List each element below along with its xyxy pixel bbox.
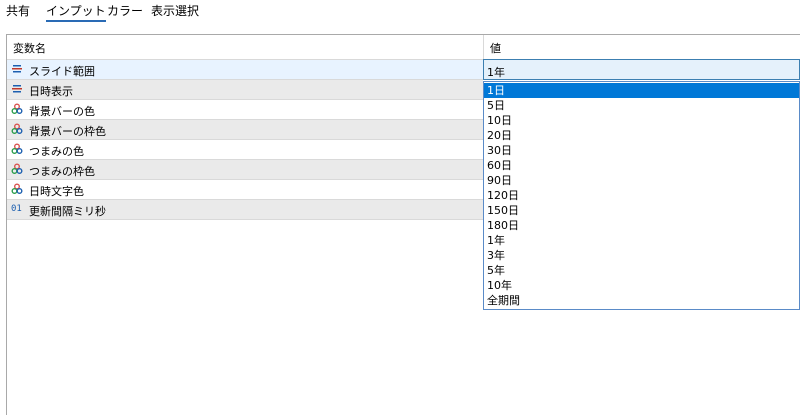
- row-label: 日時表示: [29, 85, 73, 98]
- dropdown-option[interactable]: 30日: [484, 143, 799, 158]
- color-icon: [11, 183, 23, 194]
- tab-share[interactable]: 共有: [6, 2, 30, 19]
- integer-icon: 01: [11, 204, 22, 214]
- tab-color[interactable]: カラー: [107, 2, 143, 19]
- column-separator[interactable]: [483, 35, 484, 59]
- combobox-selected-value: 1年: [487, 66, 505, 79]
- color-icon: [11, 103, 23, 114]
- row-label: スライド範囲: [29, 65, 95, 78]
- table-row[interactable]: スライド範囲: [7, 60, 483, 80]
- dropdown-option[interactable]: 全期間: [484, 293, 799, 308]
- column-header-value[interactable]: 値: [490, 40, 501, 56]
- dropdown-option[interactable]: 3年: [484, 248, 799, 263]
- color-icon: [11, 143, 23, 154]
- tab-bar: 共有 インプット カラー 表示選択: [0, 0, 800, 24]
- dropdown-option[interactable]: 150日: [484, 203, 799, 218]
- dropdown-option[interactable]: 1日: [484, 83, 799, 98]
- table-header: 変数名 値: [7, 35, 800, 60]
- tab-display-select[interactable]: 表示選択: [151, 2, 199, 19]
- row-label: 背景バーの色: [29, 105, 95, 118]
- tab-input[interactable]: インプット: [46, 2, 106, 22]
- row-label: 日時文字色: [29, 185, 84, 198]
- table-row[interactable]: つまみの枠色: [7, 160, 483, 180]
- dropdown-option[interactable]: 90日: [484, 173, 799, 188]
- table-row[interactable]: 01 更新間隔ミリ秒: [7, 200, 483, 220]
- row-label: つまみの色: [29, 145, 84, 158]
- dropdown-option[interactable]: 60日: [484, 158, 799, 173]
- table-row[interactable]: 日時文字色: [7, 180, 483, 200]
- table-row[interactable]: 日時表示: [7, 80, 483, 100]
- column-header-variable-name[interactable]: 変数名: [13, 40, 46, 56]
- dropdown-option[interactable]: 20日: [484, 128, 799, 143]
- dropdown-option[interactable]: 5年: [484, 263, 799, 278]
- dropdown-option[interactable]: 10年: [484, 278, 799, 293]
- table-row[interactable]: 背景バーの枠色: [7, 120, 483, 140]
- table-row[interactable]: つまみの色: [7, 140, 483, 160]
- color-icon: [11, 123, 23, 134]
- row-label: 背景バーの枠色: [29, 125, 106, 138]
- dropdown-option[interactable]: 180日: [484, 218, 799, 233]
- dropdown-option[interactable]: 120日: [484, 188, 799, 203]
- list-icon: [12, 65, 22, 73]
- slide-range-combobox[interactable]: 1年: [483, 59, 800, 80]
- row-label: つまみの枠色: [29, 165, 95, 178]
- dropdown-option[interactable]: 1年: [484, 233, 799, 248]
- slide-range-dropdown-list: 1日 5日 10日 20日 30日 60日 90日 120日 150日 180日…: [483, 81, 800, 310]
- active-tab-underline: [46, 20, 106, 22]
- color-icon: [11, 163, 23, 174]
- row-label: 更新間隔ミリ秒: [29, 205, 106, 218]
- dropdown-option[interactable]: 5日: [484, 98, 799, 113]
- tab-input-label: インプット: [46, 4, 106, 18]
- dropdown-option[interactable]: 10日: [484, 113, 799, 128]
- list-icon: [12, 85, 22, 93]
- table-row[interactable]: 背景バーの色: [7, 100, 483, 120]
